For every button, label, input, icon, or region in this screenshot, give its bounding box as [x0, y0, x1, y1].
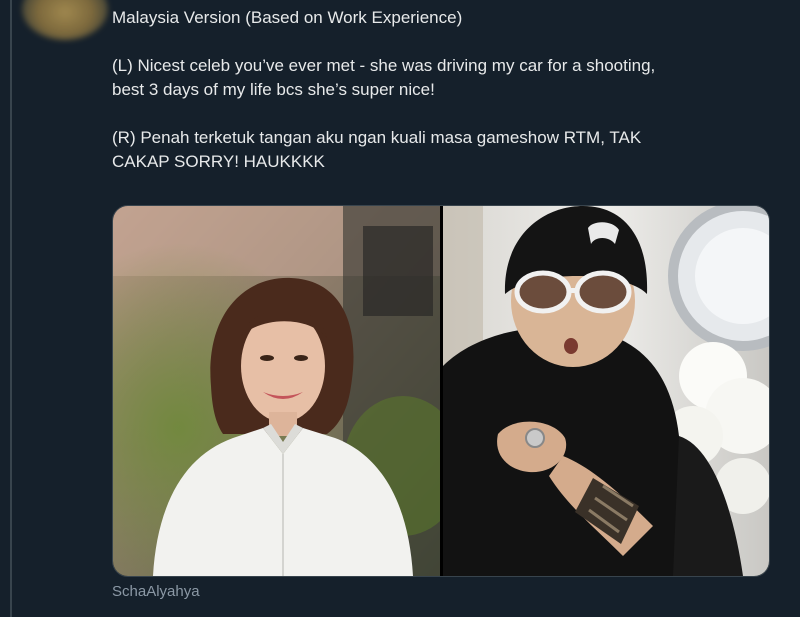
user-avatar[interactable]: [22, 0, 108, 40]
photo-left[interactable]: [113, 206, 440, 576]
photo-credit-handle[interactable]: SchaAlyahya: [112, 583, 200, 600]
tweet-line-right-1: (R) Penah terketuk tangan aku ngan kuali…: [112, 128, 642, 147]
photo-right[interactable]: [443, 206, 769, 576]
tweet-media-grid: [112, 205, 770, 577]
tweet-text: Malaysia Version (Based on Work Experien…: [112, 6, 772, 174]
tweet-line-left-2: best 3 days of my life bcs she’s super n…: [112, 80, 435, 99]
tweet-line-right-2: CAKAP SORRY! HAUKKKK: [112, 152, 325, 171]
tweet-line-left-1: (L) Nicest celeb you’ve ever met - she w…: [112, 56, 656, 75]
photo-right-image: [443, 206, 769, 576]
photo-left-image: [113, 206, 440, 576]
thread-line: [10, 0, 12, 617]
tweet-line-heading: Malaysia Version (Based on Work Experien…: [112, 8, 463, 27]
